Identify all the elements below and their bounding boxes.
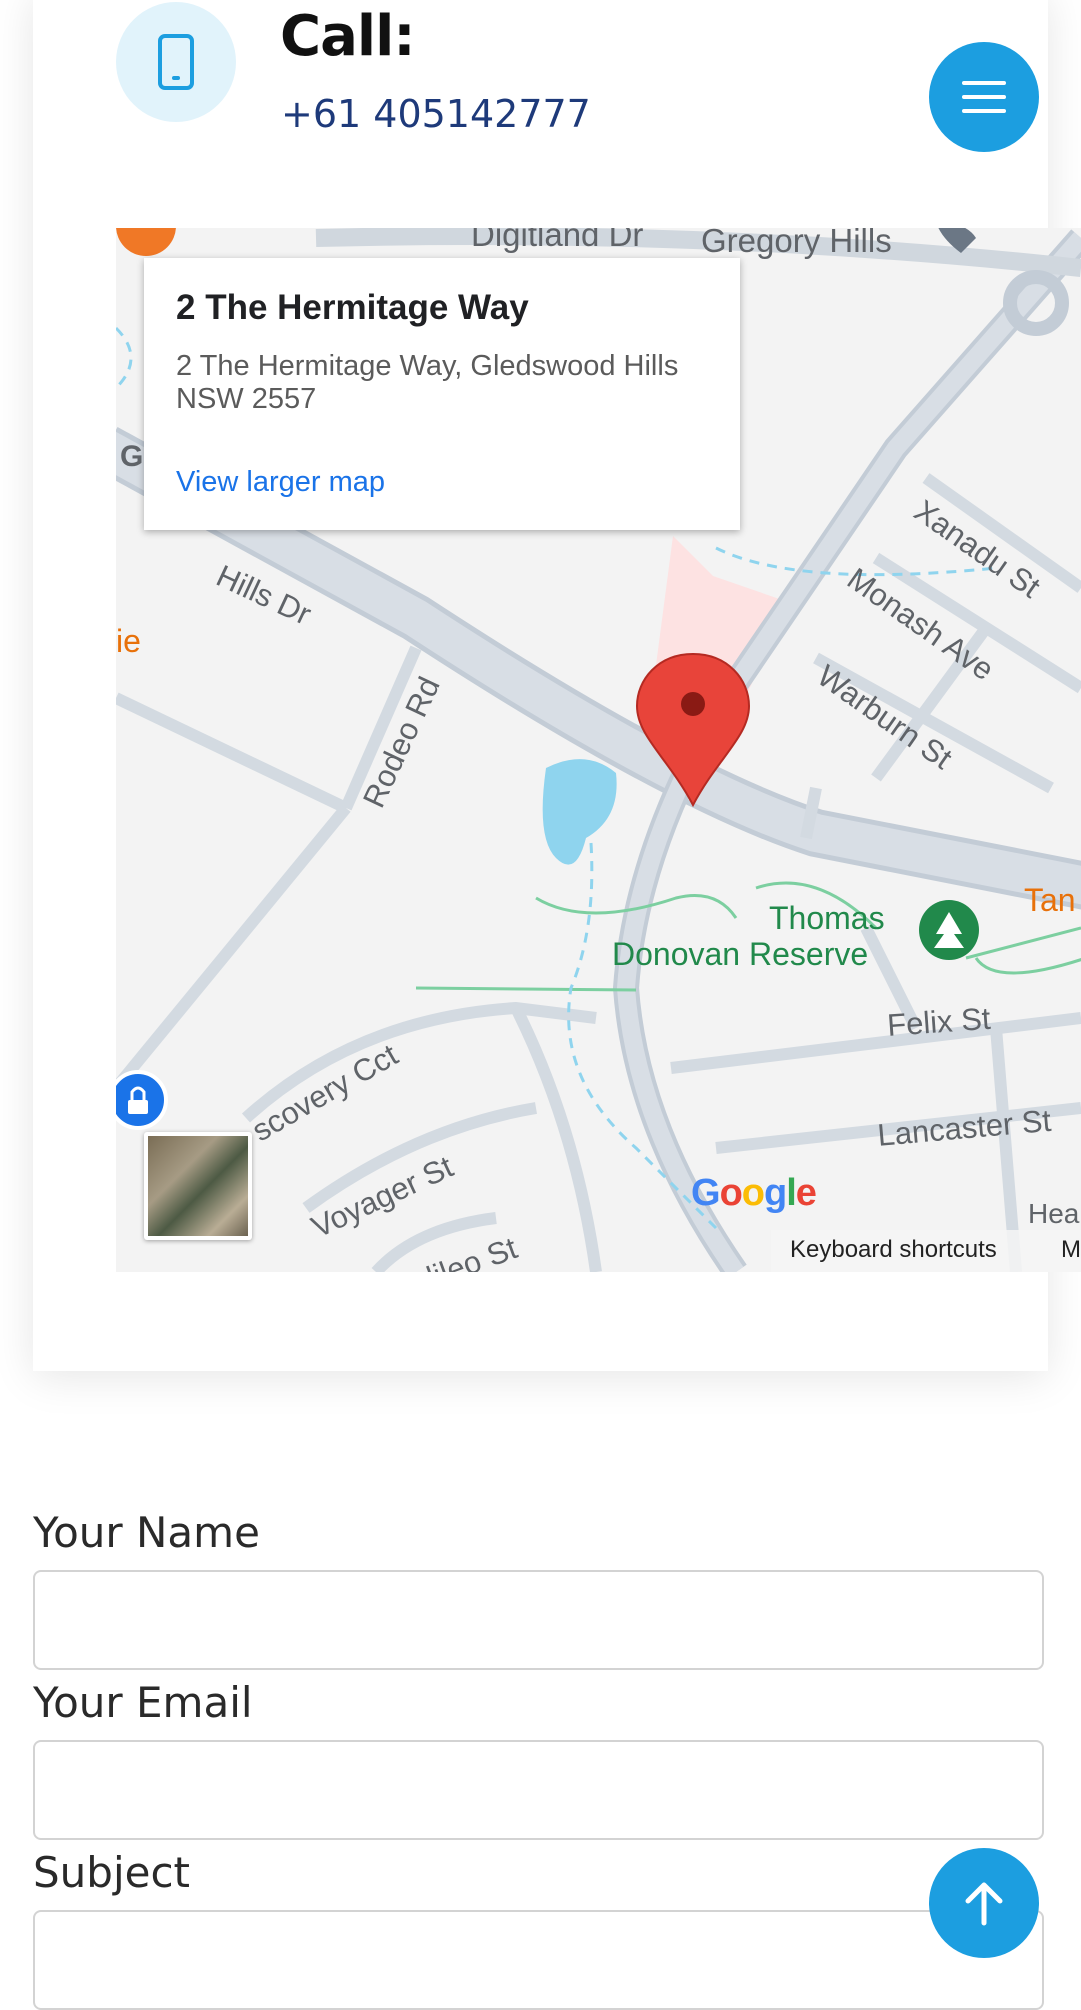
info-title: 2 The Hermitage Way	[176, 288, 529, 327]
scroll-to-top-button[interactable]	[929, 1848, 1039, 1958]
map-data-link[interactable]: M	[1061, 1236, 1081, 1264]
your-email-label: Your Email	[33, 1678, 253, 1727]
street-label-felix: Felix St	[886, 1000, 992, 1043]
subject-label: Subject	[33, 1848, 191, 1897]
park-label-donovan: Donovan Reserve	[612, 936, 869, 972]
poi-label-ie: ie	[116, 623, 141, 659]
call-title: Call:	[280, 4, 416, 69]
street-label-digitland: Digitland Dr	[471, 228, 644, 253]
map-info-window: 2 The Hermitage Way 2 The Hermitage Way,…	[144, 258, 740, 530]
view-larger-map-link[interactable]: View larger map	[176, 466, 385, 499]
street-label-hea: Hea	[1028, 1198, 1080, 1229]
subject-input[interactable]	[33, 1910, 1044, 2010]
google-logo: Google	[691, 1172, 817, 1214]
arrow-up-icon	[965, 1882, 1003, 1926]
google-map[interactable]: 2 The Hermitage Way 2 The Hermitage Way,…	[116, 228, 1081, 1272]
your-name-input[interactable]	[33, 1570, 1044, 1670]
phone-icon-circle	[116, 2, 236, 122]
poi-label-tan: Tan	[1024, 882, 1076, 918]
street-label-g: G	[120, 440, 144, 473]
your-email-input[interactable]	[33, 1740, 1044, 1840]
menu-icon	[962, 81, 1006, 113]
your-name-label: Your Name	[33, 1508, 260, 1557]
satellite-thumbnail	[148, 1136, 248, 1236]
keyboard-shortcuts-link[interactable]: Keyboard shortcuts	[790, 1236, 997, 1264]
info-address: 2 The Hermitage Way, Gledswood Hills NSW…	[176, 350, 679, 416]
park-label-thomas: Thomas	[769, 900, 885, 936]
menu-button[interactable]	[929, 42, 1039, 152]
phone-number[interactable]: +61 405142777	[281, 92, 591, 136]
satellite-toggle[interactable]	[144, 1132, 252, 1240]
street-label-gregory-hills: Gregory Hills	[701, 228, 892, 259]
phone-icon	[158, 34, 194, 90]
